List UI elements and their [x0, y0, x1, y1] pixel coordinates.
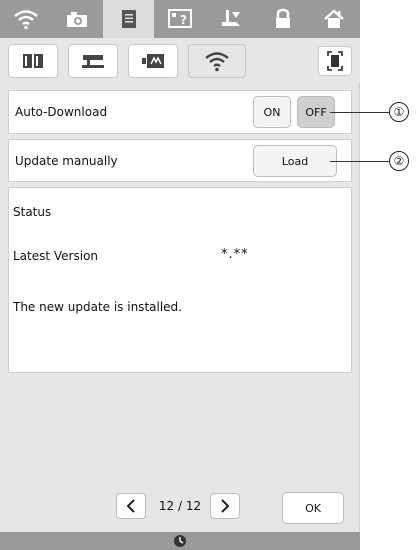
- home-icon: [324, 9, 345, 28]
- screen-capture-button[interactable]: [318, 46, 352, 76]
- ok-button[interactable]: OK: [282, 492, 344, 524]
- chevron-left-icon: [126, 499, 135, 513]
- page-indicator: 12 / 12: [158, 499, 202, 513]
- tab-lock[interactable]: [257, 0, 308, 38]
- update-manually-row: Update manually Load: [8, 139, 352, 182]
- subtab-sewing[interactable]: [68, 44, 118, 78]
- tab-camera[interactable]: [51, 0, 102, 38]
- chevron-right-icon: [221, 499, 230, 513]
- callout-number-1: ①: [389, 102, 409, 122]
- screen-capture-icon: [327, 51, 343, 71]
- tab-document[interactable]: [102, 0, 155, 38]
- embroidery-unit-icon: [142, 54, 164, 68]
- auto-download-row: Auto-Download ON OFF: [8, 90, 352, 134]
- presser-foot-icon: [222, 10, 241, 26]
- svg-text:?: ?: [180, 13, 187, 27]
- latest-version-value: *.**: [221, 247, 249, 262]
- device-screen: ? Auto-Download ON OFF Update manually L…: [0, 0, 360, 550]
- latest-version-label: Latest Version: [13, 249, 99, 263]
- book-icon: [23, 54, 43, 68]
- callout-line-2: [330, 161, 390, 162]
- lock-icon: [275, 8, 290, 28]
- footer-bar: [0, 532, 360, 550]
- auto-download-label: Auto-Download: [15, 105, 108, 119]
- wifi-icon: [13, 10, 38, 30]
- clock-icon: [174, 535, 186, 547]
- subtab-book[interactable]: [8, 44, 58, 78]
- subtab-embroidery[interactable]: [128, 44, 178, 78]
- tab-wifi[interactable]: [0, 0, 51, 38]
- auto-download-on-button[interactable]: ON: [253, 96, 291, 128]
- document-icon: [121, 10, 136, 28]
- settings-category-bar: [0, 38, 360, 82]
- previous-page-button[interactable]: [116, 493, 146, 519]
- update-manually-label: Update manually: [15, 154, 118, 168]
- status-panel: Status Latest Version *.** The new updat…: [8, 187, 352, 373]
- status-heading: Status: [13, 205, 52, 219]
- wifi-icon: [205, 52, 229, 72]
- callout-number-2: ②: [389, 151, 409, 171]
- tab-help[interactable]: ?: [154, 0, 205, 38]
- tab-presser-foot[interactable]: [206, 0, 257, 38]
- tab-home[interactable]: [309, 0, 360, 38]
- help-icon: ?: [167, 9, 192, 28]
- next-page-button[interactable]: [210, 493, 240, 519]
- sewing-machine-icon: [82, 55, 104, 68]
- load-button[interactable]: Load: [253, 145, 337, 177]
- update-status-message: The new update is installed.: [13, 300, 182, 314]
- subtab-wireless[interactable]: [188, 44, 246, 78]
- top-tab-bar: ?: [0, 0, 360, 38]
- callout-line-1: [330, 112, 390, 113]
- camera-icon: [67, 12, 88, 27]
